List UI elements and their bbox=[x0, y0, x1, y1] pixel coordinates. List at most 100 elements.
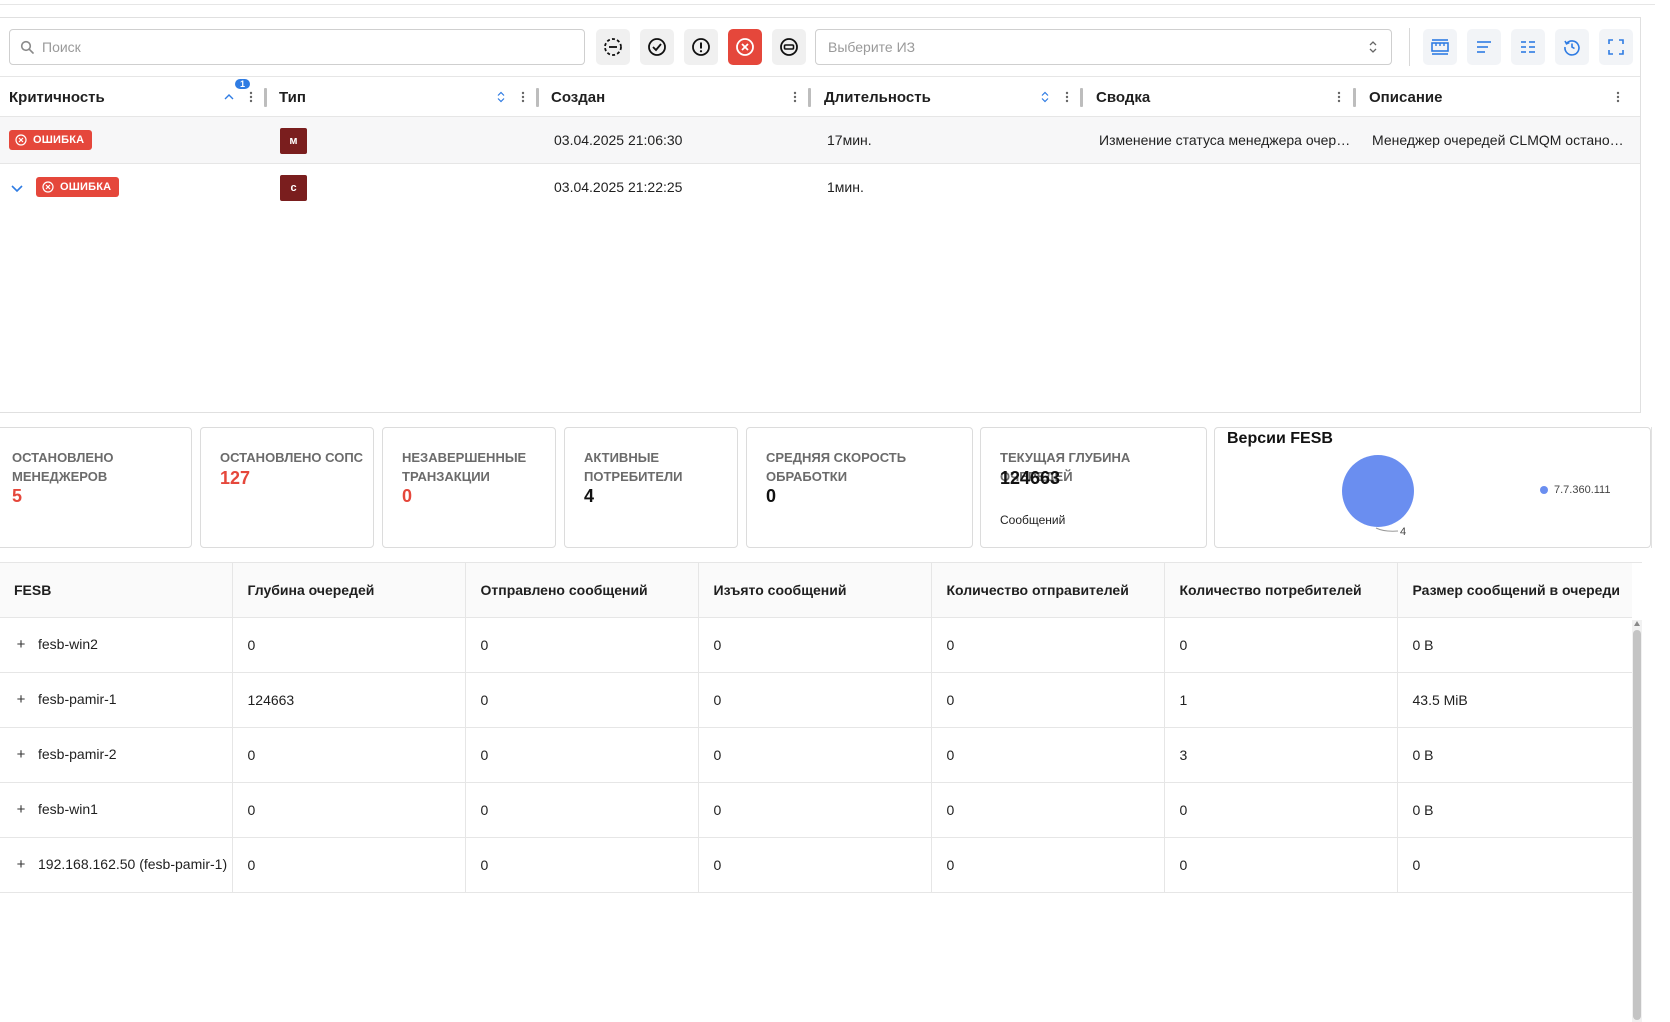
alert-row[interactable]: ОШИБКА с 03.04.2025 21:22:25 1мин. bbox=[0, 164, 1640, 211]
filter-warning-button[interactable] bbox=[684, 29, 718, 65]
column-header-senders[interactable]: Количество отправителей bbox=[931, 563, 1165, 618]
expand-plus-icon[interactable]: + bbox=[14, 636, 28, 653]
consumers-cell: 0 bbox=[1164, 617, 1398, 673]
senders-cell: 0 bbox=[931, 727, 1165, 783]
filter-blocked-button[interactable] bbox=[772, 29, 806, 65]
chart-legend[interactable]: 7.7.360.111 bbox=[1540, 484, 1610, 496]
column-header-queue-depth[interactable]: Глубина очередей bbox=[232, 563, 466, 618]
column-menu-icon[interactable] bbox=[515, 89, 531, 105]
vertical-scrollbar[interactable] bbox=[1632, 620, 1642, 1022]
sent-cell: 0 bbox=[465, 837, 699, 893]
fesb-name-cell: + fesb-win2 bbox=[0, 617, 233, 673]
removed-cell: 0 bbox=[698, 617, 932, 673]
pie-label-leader bbox=[1375, 527, 1399, 532]
expand-plus-icon[interactable]: + bbox=[14, 746, 28, 763]
column-header-created[interactable]: Создан bbox=[551, 77, 605, 117]
stat-value: 4 bbox=[584, 486, 595, 506]
table-row[interactable]: + fesb-pamir-2 0 0 0 0 3 0 B bbox=[0, 727, 1632, 783]
stat-value: 127 bbox=[220, 468, 251, 488]
column-header-summary[interactable]: Сводка bbox=[1096, 77, 1150, 117]
iz-select[interactable]: Выберите ИЗ bbox=[815, 29, 1392, 65]
removed-cell: 0 bbox=[698, 782, 932, 838]
fesb-table-container: FESB Глубина очередей Отправлено сообщен… bbox=[0, 562, 1642, 1022]
column-resize-handle[interactable] bbox=[1353, 88, 1356, 107]
scroll-up-arrow-icon[interactable] bbox=[1634, 621, 1640, 626]
pie-slice[interactable] bbox=[1342, 455, 1414, 527]
stat-card-active-consumers: Активные потребители 4 bbox=[564, 427, 738, 548]
duration-cell: 17мин. bbox=[827, 132, 872, 148]
columns-button[interactable] bbox=[1511, 29, 1545, 65]
sent-cell: 0 bbox=[465, 617, 699, 673]
column-header-sent[interactable]: Отправлено сообщений bbox=[465, 563, 699, 618]
fullscreen-button[interactable] bbox=[1599, 29, 1633, 65]
error-circle-icon bbox=[42, 181, 54, 193]
severity-badge: ОШИБКА bbox=[9, 130, 93, 150]
search-box[interactable] bbox=[9, 29, 585, 65]
column-menu-icon[interactable] bbox=[787, 89, 803, 105]
table-row[interactable]: + fesb-pamir-1 124663 0 0 0 1 43.5 MiB bbox=[0, 672, 1632, 728]
stat-card-stopped-sops: Остановлено СОПС 127 bbox=[200, 427, 374, 548]
stat-value: 0 bbox=[402, 486, 413, 506]
fesb-name: fesb-win2 bbox=[38, 636, 98, 652]
chevron-down-icon[interactable] bbox=[9, 180, 25, 196]
stat-label: Остановлено СОПС bbox=[220, 450, 364, 465]
queue-depth-cell: 0 bbox=[232, 837, 466, 893]
fesb-name: fesb-win1 bbox=[38, 801, 98, 817]
column-menu-icon[interactable] bbox=[1610, 89, 1626, 105]
column-menu-icon[interactable] bbox=[1059, 89, 1075, 105]
text-align-button[interactable] bbox=[1467, 29, 1501, 65]
filter-all-button[interactable] bbox=[596, 29, 630, 65]
column-header-type[interactable]: Тип bbox=[279, 77, 306, 117]
expand-plus-icon[interactable]: + bbox=[14, 801, 28, 818]
sent-cell: 0 bbox=[465, 782, 699, 838]
type-badge: м bbox=[280, 128, 307, 154]
column-resize-handle[interactable] bbox=[264, 88, 267, 107]
expand-plus-icon[interactable]: + bbox=[14, 856, 28, 873]
alerts-toolbar: Выберите ИЗ bbox=[0, 18, 1640, 76]
sort-updown-icon[interactable] bbox=[493, 89, 509, 105]
filter-error-button[interactable] bbox=[728, 29, 762, 65]
expand-plus-icon[interactable]: + bbox=[14, 691, 28, 708]
duration-cell: 1мин. bbox=[827, 179, 864, 195]
table-row[interactable]: + fesb-win2 0 0 0 0 0 0 B bbox=[0, 617, 1632, 673]
queue-depth-cell: 0 bbox=[232, 782, 466, 838]
search-input[interactable] bbox=[42, 39, 542, 55]
fesb-name-cell: + fesb-win1 bbox=[0, 782, 233, 838]
column-resize-handle[interactable] bbox=[1080, 88, 1083, 107]
column-header-description[interactable]: Описание bbox=[1369, 77, 1442, 117]
column-menu-icon[interactable] bbox=[243, 89, 259, 105]
history-button[interactable] bbox=[1555, 29, 1589, 65]
page: Выберите ИЗ Критичность bbox=[0, 0, 1670, 1022]
check-circle-icon bbox=[648, 38, 666, 56]
column-menu-icon[interactable] bbox=[1331, 89, 1347, 105]
history-icon bbox=[1564, 40, 1580, 56]
removed-cell: 0 bbox=[698, 837, 932, 893]
severity-badge: ОШИБКА bbox=[36, 177, 120, 197]
alerts-table-header: Критичность 1 Тип Создан Длительность Св… bbox=[0, 76, 1640, 117]
table-row[interactable]: + fesb-win1 0 0 0 0 0 0 B bbox=[0, 782, 1632, 838]
top-divider bbox=[0, 4, 1655, 5]
column-resize-handle[interactable] bbox=[808, 88, 811, 107]
column-resize-handle[interactable] bbox=[536, 88, 539, 107]
column-header-severity[interactable]: Критичность bbox=[9, 77, 105, 117]
column-header-consumers[interactable]: Количество потребителей bbox=[1164, 563, 1398, 618]
sort-asc-icon[interactable] bbox=[221, 89, 237, 105]
scrollbar-thumb[interactable] bbox=[1633, 630, 1641, 1020]
column-header-message-size[interactable]: Размер сообщений в очереди bbox=[1397, 563, 1632, 618]
row-height-button[interactable] bbox=[1423, 29, 1457, 65]
severity-label: ОШИБКА bbox=[60, 181, 112, 193]
column-header-duration[interactable]: Длительность bbox=[824, 77, 931, 117]
iz-select-placeholder: Выберите ИЗ bbox=[828, 39, 916, 55]
alert-row[interactable]: ОШИБКА м 03.04.2025 21:06:30 17мин. Изме… bbox=[0, 117, 1640, 164]
filter-ok-button[interactable] bbox=[640, 29, 674, 65]
column-header-removed[interactable]: Изъято сообщений bbox=[698, 563, 932, 618]
column-header-fesb[interactable]: FESB bbox=[0, 563, 233, 618]
type-badge: с bbox=[280, 175, 307, 201]
pie-label: 4 bbox=[1400, 526, 1406, 538]
alerts-panel: Выберите ИЗ Критичность bbox=[0, 17, 1641, 413]
table-row[interactable]: +192.168.162.50 (fesb-pamir-1) 0 0 0 0 0… bbox=[0, 837, 1632, 893]
sort-order-badge: 1 bbox=[235, 79, 250, 89]
columns-icon bbox=[1521, 41, 1535, 53]
description-cell: Менеджер очередей CLMQM остановлен bbox=[1372, 132, 1627, 148]
sort-updown-icon[interactable] bbox=[1037, 89, 1053, 105]
